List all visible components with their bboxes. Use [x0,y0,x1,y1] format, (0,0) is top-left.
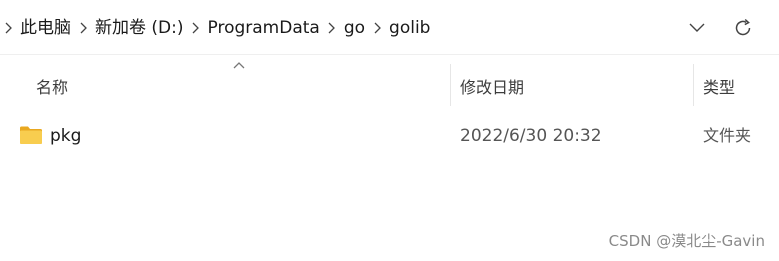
refresh-button[interactable] [723,8,763,48]
address-bar[interactable]: 此电脑 新加卷 (D:) ProgramData go golib [0,4,672,52]
column-header-name[interactable]: 名称 [36,62,446,110]
chevron-right-icon[interactable] [188,4,204,52]
column-header-type-label: 类型 [703,78,736,97]
watermark: CSDN @漠北尘-Gavin [608,232,765,250]
chevron-down-icon [689,23,705,32]
breadcrumb-go[interactable]: go [340,4,369,52]
column-resize-handle[interactable] [450,64,451,106]
chevron-right-icon[interactable] [369,4,385,52]
column-header-name-label: 名称 [36,78,69,97]
breadcrumb-this-pc[interactable]: 此电脑 [16,4,75,52]
chevron-right-icon[interactable] [324,4,340,52]
file-explorer-window: 此电脑 新加卷 (D:) ProgramData go golib 名称 修改日… [0,0,779,261]
refresh-icon [735,18,751,36]
column-header-type[interactable]: 类型 [703,62,779,110]
breadcrumb-golib[interactable]: golib [385,4,434,52]
file-row[interactable]: pkg 2022/6/30 20:32 文件夹 [0,114,779,158]
breadcrumb-programdata[interactable]: ProgramData [204,4,324,52]
column-header-date-modified[interactable]: 修改日期 [460,62,690,110]
address-bar-controls [669,4,779,52]
toolbar-divider [0,54,779,55]
breadcrumb-drive-d[interactable]: 新加卷 (D:) [91,4,188,52]
file-name: pkg [50,126,82,146]
chevron-right-icon[interactable] [0,4,16,52]
column-header-date-label: 修改日期 [460,78,525,97]
file-date-modified: 2022/6/30 20:32 [460,126,602,146]
column-resize-handle[interactable] [693,64,694,106]
chevron-right-icon[interactable] [75,4,91,52]
file-type: 文件夹 [703,126,752,145]
history-dropdown-button[interactable] [677,8,717,48]
folder-icon [20,126,42,144]
